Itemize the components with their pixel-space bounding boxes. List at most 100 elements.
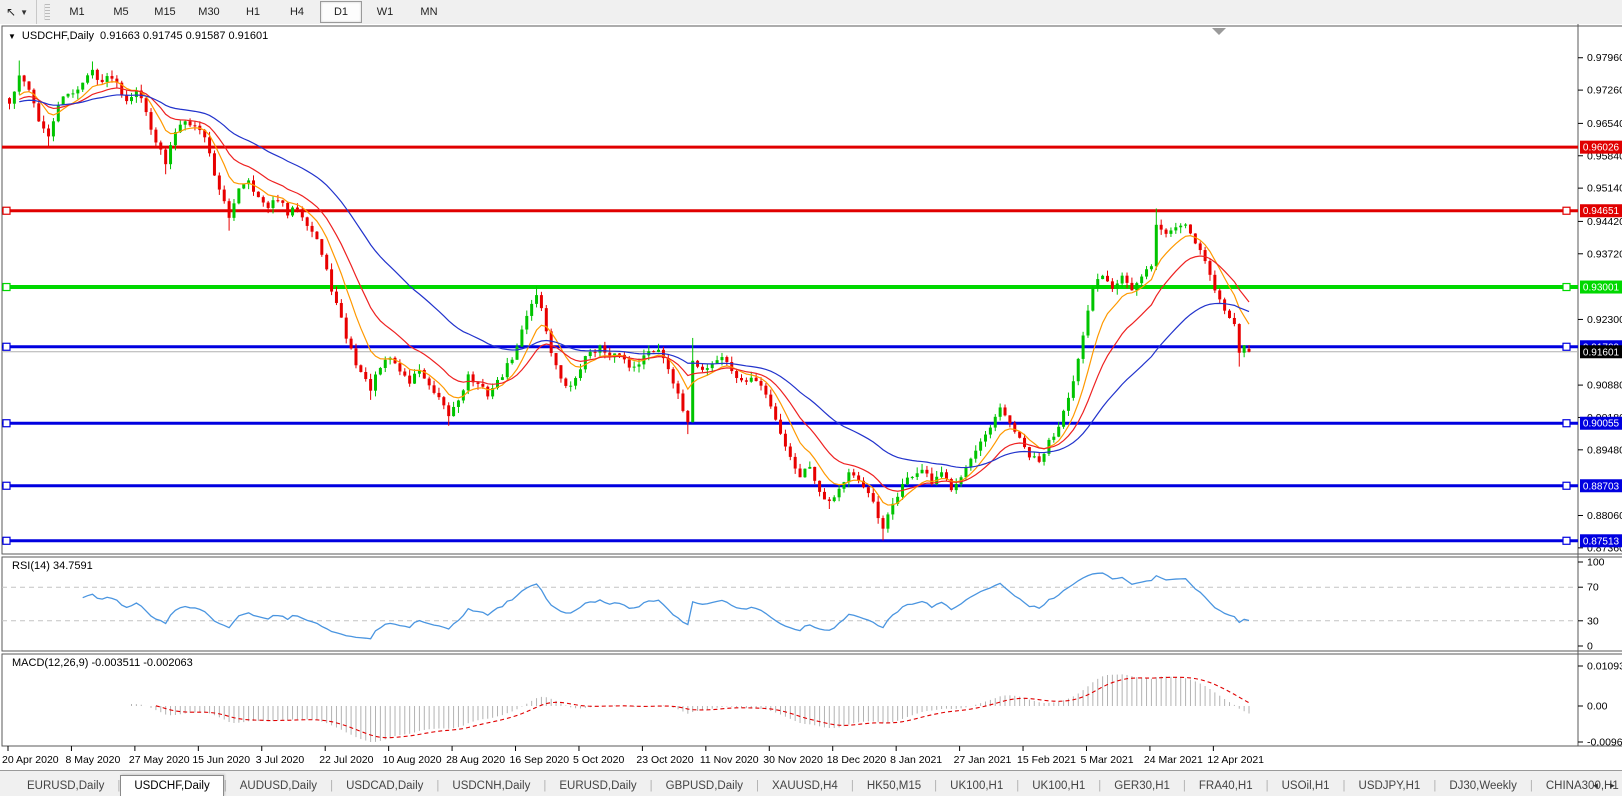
candle-body xyxy=(320,239,323,255)
toolbar-grip-handle[interactable] xyxy=(44,4,50,20)
candle-body xyxy=(291,208,294,216)
chart-tab-usdchf-daily[interactable]: USDCHF,Daily xyxy=(120,775,223,796)
chart-canvas[interactable]: 0.979600.972600.965400.958400.951400.944… xyxy=(0,24,1622,770)
line-handle-left[interactable] xyxy=(3,537,10,544)
rsi-panel xyxy=(2,557,1578,651)
timeframe-button-m5[interactable]: M5 xyxy=(100,1,142,23)
candle-body xyxy=(350,339,353,349)
candle-body xyxy=(852,472,855,475)
candle-body xyxy=(335,292,338,303)
chart-area[interactable]: 0.979600.972600.965400.958400.951400.944… xyxy=(0,24,1622,770)
candle-body xyxy=(1223,299,1226,310)
chart-tab-eurusd-daily[interactable]: EURUSD,Daily xyxy=(14,777,117,796)
line-handle-left[interactable] xyxy=(3,420,10,427)
price-badge-label: 0.91601 xyxy=(1583,347,1620,358)
timeframe-button-m15[interactable]: M15 xyxy=(144,1,186,23)
candle-body xyxy=(1174,227,1177,230)
chart-tab-audusd-daily[interactable]: AUDUSD,Daily xyxy=(227,777,330,796)
line-handle-left[interactable] xyxy=(3,343,10,350)
chart-tab-dj30-weekly[interactable]: DJ30,Weekly xyxy=(1436,777,1530,796)
candle-body xyxy=(110,76,113,79)
candle-body xyxy=(242,184,245,188)
chart-tab-uk100-h1[interactable]: UK100,H1 xyxy=(937,777,1016,796)
price-tick-label: 0.97260 xyxy=(1587,85,1622,97)
line-handle-left[interactable] xyxy=(3,482,10,489)
candle-body xyxy=(979,442,982,451)
tab-scroll-right-button[interactable]: ► xyxy=(1605,777,1620,793)
line-handle-left[interactable] xyxy=(3,284,10,291)
candle-body xyxy=(569,386,572,387)
candle-body xyxy=(516,347,519,360)
date-tick-label: 11 Nov 2020 xyxy=(700,754,759,766)
timeframe-button-m30[interactable]: M30 xyxy=(188,1,230,23)
candle-body xyxy=(452,407,455,416)
candle-body xyxy=(47,128,50,136)
line-handle-right[interactable] xyxy=(1563,343,1570,350)
candle-body xyxy=(476,382,479,384)
price-tick-label: 0.89480 xyxy=(1587,444,1622,456)
line-handle-right[interactable] xyxy=(1563,482,1570,489)
candle-body xyxy=(159,142,162,149)
candle-body xyxy=(276,200,279,201)
price-tick-label: 0.97960 xyxy=(1587,52,1622,64)
tab-scroll-left-button[interactable]: ◄ xyxy=(1588,777,1603,793)
chart-tab-usdcnh-daily[interactable]: USDCNH,Daily xyxy=(439,777,543,796)
chart-tab-usdjpy-h1[interactable]: USDJPY,H1 xyxy=(1346,777,1434,796)
timeframe-button-d1[interactable]: D1 xyxy=(320,1,362,23)
chart-tab-eurusd-daily[interactable]: EURUSD,Daily xyxy=(546,777,649,796)
chart-tab-xauusd-h4[interactable]: XAUUSD,H4 xyxy=(759,777,851,796)
candle-body xyxy=(1184,225,1187,226)
candle-body xyxy=(638,364,641,366)
candle-body xyxy=(1077,359,1080,381)
candle-body xyxy=(325,255,328,270)
timeframe-button-m1[interactable]: M1 xyxy=(56,1,98,23)
candle-body xyxy=(379,368,382,375)
candle-body xyxy=(1169,230,1172,233)
candle-body xyxy=(96,70,99,80)
chart-tab-usoil-h1[interactable]: USOil,H1 xyxy=(1269,777,1343,796)
candle-body xyxy=(574,378,577,386)
candle-body xyxy=(535,295,538,304)
candle-body xyxy=(18,75,21,91)
candle-body xyxy=(1057,427,1060,437)
chart-tab-hk50-m15[interactable]: HK50,M15 xyxy=(854,777,934,796)
chart-tab-usdcad-daily[interactable]: USDCAD,Daily xyxy=(333,777,436,796)
chart-tab-fra40-h1[interactable]: FRA40,H1 xyxy=(1186,777,1266,796)
candle-body xyxy=(81,83,84,90)
symbol-dropdown-icon[interactable]: ▼ xyxy=(8,32,16,41)
candle-body xyxy=(618,353,621,354)
candle-body xyxy=(594,352,597,353)
date-tick-label: 8 Jan 2021 xyxy=(890,754,942,766)
chart-tab-uk100-h1[interactable]: UK100,H1 xyxy=(1019,777,1098,796)
timeframe-button-h4[interactable]: H4 xyxy=(276,1,318,23)
candle-body xyxy=(1052,437,1055,440)
timeframe-button-w1[interactable]: W1 xyxy=(364,1,406,23)
line-handle-right[interactable] xyxy=(1563,420,1570,427)
candle-body xyxy=(1004,407,1007,415)
chart-tab-gbpusd-daily[interactable]: GBPUSD,Daily xyxy=(653,777,756,796)
candle-body xyxy=(911,477,914,478)
date-tick-label: 5 Mar 2021 xyxy=(1080,754,1133,766)
candle-body xyxy=(740,378,743,380)
line-handle-right[interactable] xyxy=(1563,537,1570,544)
date-tick-label: 22 Jul 2020 xyxy=(319,754,373,766)
candle-body xyxy=(447,405,450,416)
candle-body xyxy=(1121,276,1124,284)
timeframe-button-h1[interactable]: H1 xyxy=(232,1,274,23)
rsi-tick-label: 70 xyxy=(1587,582,1599,594)
chart-tab-ger30-h1[interactable]: GER30,H1 xyxy=(1101,777,1183,796)
candle-body xyxy=(359,365,362,372)
candle-body xyxy=(1096,279,1099,288)
tab-scroll-controls: ◄ ► xyxy=(1588,777,1620,793)
mt4-window: ↖ ▼ M1M5M15M30H1H4D1W1MN 0.97960 0.97260 0… xyxy=(0,0,1622,796)
candle-body xyxy=(437,393,440,397)
candle-body xyxy=(774,406,777,419)
line-handle-right[interactable] xyxy=(1563,207,1570,214)
candle-body xyxy=(340,303,343,318)
chevron-down-icon[interactable]: ▼ xyxy=(20,8,28,17)
candle-body xyxy=(1072,381,1075,398)
line-handle-right[interactable] xyxy=(1563,284,1570,291)
line-handle-left[interactable] xyxy=(3,207,10,214)
timeframe-button-mn[interactable]: MN xyxy=(408,1,450,23)
cursor-tool-button[interactable]: ↖ ▼ xyxy=(0,0,37,24)
